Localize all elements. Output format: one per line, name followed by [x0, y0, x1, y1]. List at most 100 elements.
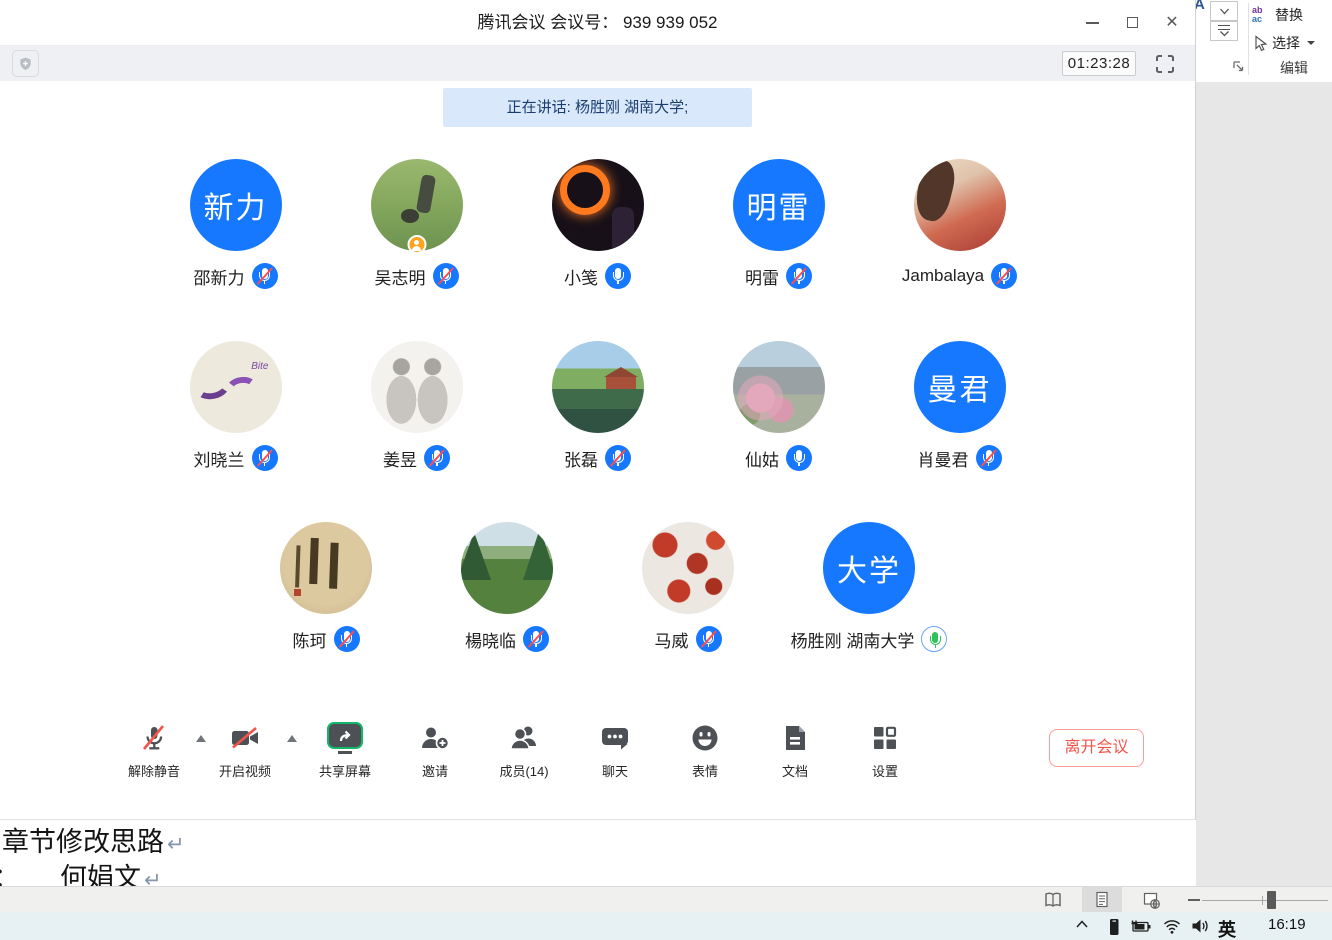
zoom-out-button[interactable] — [1188, 899, 1200, 901]
mic-muted-icon — [252, 263, 278, 289]
clock[interactable]: 16:19 — [1268, 916, 1306, 933]
avatar-photo — [642, 522, 734, 614]
fullscreen-icon — [1154, 53, 1176, 75]
read-mode-icon — [1043, 890, 1063, 909]
participant-tile[interactable]: 曼君 肖曼君 — [869, 341, 1050, 471]
participant-name: 马威 — [655, 627, 689, 652]
video-options-caret[interactable] — [287, 735, 297, 742]
participant-tile[interactable]: 张磊 — [507, 341, 688, 471]
replace-button[interactable]: abac 替换 — [1252, 5, 1303, 25]
minimize-button[interactable] — [1079, 10, 1105, 36]
replace-label: 替换 — [1275, 5, 1303, 25]
word-document-background — [1196, 82, 1332, 886]
speaking-now-banner: 正在讲话: 杨胜刚 湖南大学; — [443, 88, 752, 127]
desktop: A abac 替换 选择 编辑 章节修改思路↵ ：何娟文↵ — [0, 0, 1332, 940]
emoji-icon — [689, 722, 721, 754]
mic-muted-icon — [424, 445, 450, 471]
hidden-icons-chevron-icon[interactable] — [1074, 917, 1090, 936]
meeting-title: 腾讯会议 会议号： 939 939 052 — [0, 0, 1195, 45]
battery-charging-icon[interactable] — [1130, 917, 1154, 940]
editing-group-label: 编辑 — [1264, 58, 1324, 78]
mic-muted-icon — [605, 445, 631, 471]
avatar-photo — [280, 522, 372, 614]
participant-tile[interactable]: 仙姑 — [688, 341, 869, 471]
participant-name: 明雷 — [745, 264, 779, 289]
cursor-arrow-icon — [1252, 35, 1267, 52]
mic-muted-icon — [334, 626, 360, 652]
word-status-bar — [0, 886, 1332, 912]
mic-muted-icon — [523, 626, 549, 652]
meeting-titlebar[interactable]: 腾讯会议 会议号： 939 939 052 ✕ — [0, 0, 1195, 46]
participant-tile[interactable]: 马威 — [598, 522, 779, 652]
share-screen-button[interactable]: 共享屏幕 — [300, 718, 390, 780]
chevron-down-icon — [1219, 31, 1230, 37]
web-layout-button[interactable] — [1131, 887, 1171, 912]
invite-button[interactable]: 邀请 — [390, 718, 480, 780]
gallery-lines-icon — [1218, 25, 1230, 30]
meeting-timer: 01:23:28 — [1062, 51, 1136, 76]
read-mode-button[interactable] — [1033, 887, 1073, 912]
zoom-slider-track[interactable] — [1202, 900, 1328, 901]
participant-name: 杨胜刚 湖南大学 — [791, 627, 915, 652]
avatar-photo — [371, 341, 463, 433]
avatar: 明雷 — [733, 159, 825, 251]
mic-speaking-icon — [921, 626, 947, 652]
avatar: 大学 — [823, 522, 915, 614]
mic-on-icon — [605, 263, 631, 289]
avatar-photo-text: Bite — [251, 361, 268, 372]
avatar-photo — [552, 159, 644, 251]
ribbon-group-divider — [1248, 3, 1249, 75]
participant-name: 楊晓临 — [465, 627, 516, 652]
participant-name: 刘晓兰 — [194, 446, 245, 471]
participant-tile[interactable]: 楊晓临 — [417, 522, 598, 652]
leave-meeting-button[interactable]: 离开会议 — [1049, 729, 1144, 767]
avatar-photo — [733, 341, 825, 433]
volume-icon[interactable] — [1190, 917, 1210, 940]
avatar-initials: 新力 — [204, 183, 268, 227]
participant-tile[interactable]: 吴志明 — [326, 159, 507, 289]
start-video-button[interactable]: 开启视频 — [200, 718, 290, 780]
close-button[interactable]: ✕ — [1159, 10, 1185, 36]
wifi-icon[interactable] — [1162, 917, 1182, 940]
avatar-photo — [552, 341, 644, 433]
participant-tile[interactable]: 小笺 — [507, 159, 688, 289]
meeting-toolbar: 解除静音 开启视频 共享屏幕 邀请 成员(14) 聊天 — [0, 718, 1195, 802]
device-icon[interactable] — [1106, 917, 1122, 940]
mic-muted-icon — [433, 263, 459, 289]
participant-tile[interactable]: 明雷 明雷 — [688, 159, 869, 289]
close-icon: ✕ — [1165, 15, 1178, 31]
chevron-down-icon — [1307, 41, 1315, 45]
participant-tile[interactable]: 大学 杨胜刚 湖南大学 — [779, 522, 960, 652]
fullscreen-button[interactable] — [1152, 51, 1178, 77]
participant-tile[interactable]: Jambalaya — [869, 159, 1050, 289]
ime-language-indicator[interactable]: 英 — [1218, 916, 1236, 940]
members-button[interactable]: 成员(14) — [479, 718, 569, 780]
chat-icon — [599, 722, 631, 754]
share-screen-icon — [327, 722, 363, 749]
style-gallery-more-button[interactable] — [1210, 21, 1238, 41]
select-label: 选择 — [1272, 33, 1300, 53]
participant-tile[interactable]: 新力 邵新力 — [145, 159, 326, 289]
maximize-button[interactable] — [1119, 10, 1145, 36]
avatar-initials: 明雷 — [747, 183, 811, 227]
settings-grid-icon — [869, 722, 901, 754]
style-gallery-scroll-down-button[interactable] — [1210, 1, 1238, 21]
paragraph-mark: ↵ — [167, 833, 185, 856]
participant-tile[interactable]: Bite 刘晓兰 — [145, 341, 326, 471]
dialog-launcher-icon[interactable] — [1232, 60, 1246, 74]
docs-button[interactable]: 文档 — [750, 718, 840, 780]
participant-row: 陈珂 楊晓临 马威 大学 杨胜刚 湖南大学 — [0, 522, 1195, 652]
participant-tile[interactable]: 姜昱 — [326, 341, 507, 471]
chat-button[interactable]: 聊天 — [570, 718, 660, 780]
meeting-security-button[interactable] — [12, 50, 39, 77]
settings-button[interactable]: 设置 — [840, 718, 930, 780]
print-layout-button[interactable] — [1082, 887, 1122, 912]
mic-muted-icon — [252, 445, 278, 471]
avatar: 新力 — [190, 159, 282, 251]
select-button[interactable]: 选择 — [1252, 33, 1315, 53]
unmute-button[interactable]: 解除静音 — [109, 718, 199, 780]
chevron-down-icon — [1219, 8, 1230, 15]
zoom-slider-handle[interactable] — [1267, 891, 1276, 909]
emoji-button[interactable]: 表情 — [660, 718, 750, 780]
participant-tile[interactable]: 陈珂 — [236, 522, 417, 652]
